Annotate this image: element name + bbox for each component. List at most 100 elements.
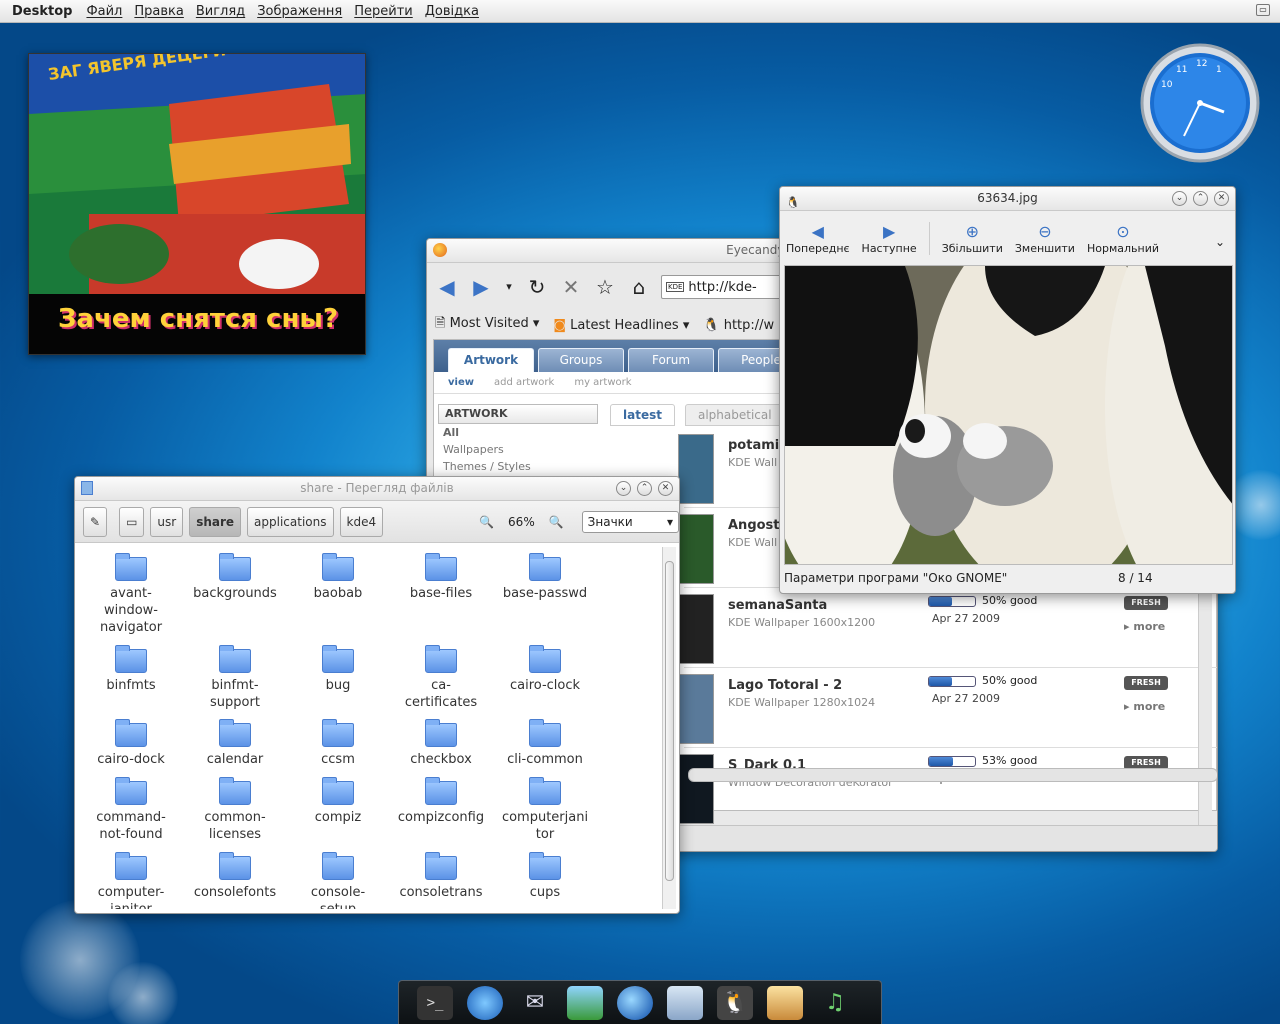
folder-item[interactable]: backgrounds [183,547,287,602]
folder-item[interactable]: bug [286,639,390,694]
zoom-in-icon[interactable]: 🔍 [549,515,564,529]
folder-item[interactable]: console- setup [286,846,390,909]
folder-item[interactable]: computer- janitor [79,846,183,909]
next-button[interactable]: ▶ Наступне [862,222,917,255]
artwork-title[interactable]: potami [728,438,779,453]
folder-item[interactable]: cairo-dock [79,713,183,768]
subtab-my-artwork[interactable]: my artwork [574,377,631,388]
overflow-chevron-icon[interactable]: ⌄ [1215,235,1225,249]
zoom-in-button[interactable]: ⊕ Збільшити [928,222,1003,255]
artwork-row[interactable]: Lago Totoral - 2 KDE Wallpaper 1280x1024 5… [678,668,1217,748]
folder-scrollbar[interactable] [662,547,676,909]
folder-item[interactable]: cairo-clock [493,639,597,694]
folder-item[interactable]: binfmt- support [183,639,287,711]
back-arrow-icon[interactable]: ◀ [435,275,459,299]
path-usr[interactable]: usr [150,506,184,537]
browser-globe-icon[interactable] [467,985,503,1020]
artwork-thumbnail[interactable] [678,594,714,664]
minimize-icon[interactable]: ⌄ [1172,191,1187,206]
sidebar-item-wallpapers[interactable]: Wallpapers [438,441,598,458]
photo-album-icon[interactable] [767,985,803,1020]
folder-item[interactable]: cli-common [493,713,597,768]
menu-help[interactable]: Довідка [425,4,479,19]
artwork-row[interactable]: semanaSanta KDE Wallpaper 1600x1200 50% go… [678,588,1217,668]
path-kde4[interactable]: kde4 [339,506,384,537]
scrollbar-thumb[interactable] [665,561,674,881]
close-icon[interactable]: ✕ [1214,191,1229,206]
maximize-icon[interactable]: ⌃ [637,481,652,496]
page-horizontal-scrollbar[interactable] [688,768,1217,782]
previous-button[interactable]: ◀ Попереднє [786,222,850,255]
menu-file[interactable]: Файл [86,4,122,19]
folder-item[interactable]: avant- window- navigator [79,547,183,636]
bookmark-star-icon[interactable]: ☆ [593,275,617,299]
menu-image[interactable]: Зображення [257,4,342,19]
artwork-title[interactable]: semanaSanta [728,598,827,613]
sidebar-item-all[interactable]: All [438,424,598,441]
subtab-add-artwork[interactable]: add artwork [494,377,554,388]
artwork-thumbnail[interactable] [678,674,714,744]
artwork-title[interactable]: Lago Totoral - 2 [728,678,842,693]
forward-arrow-icon[interactable]: ▶ [469,275,493,299]
terminal-icon[interactable]: >_ [417,985,453,1020]
list-tab-alphabetical[interactable]: alphabetical [684,404,785,426]
sidebar-item-themes[interactable]: Themes / Styles [438,458,598,475]
zoom-out-button[interactable]: ⊖ Зменшити [1015,222,1075,255]
bookmark-latest-headlines[interactable]: ◙ Latest Headlines ▾ [553,318,689,333]
close-icon[interactable]: ✕ [658,481,673,496]
folder-item[interactable]: baobab [286,547,390,602]
folder-item[interactable]: computerjani tor [493,771,597,843]
normal-size-button[interactable]: ⊙ Нормальний [1087,222,1159,255]
subtab-view[interactable]: view [448,377,474,388]
site-tab-groups[interactable]: Groups [538,348,624,372]
maximize-icon[interactable]: ⌃ [1193,191,1208,206]
list-tab-latest[interactable]: latest [610,404,675,426]
web-globe-icon[interactable] [617,985,653,1020]
sidebar-header[interactable]: ARTWORK [438,404,598,424]
url-bar[interactable]: KDE http://kde- [661,275,781,299]
artwork-thumbnail[interactable] [678,514,714,584]
artwork-row[interactable]: S_Dark 0.1 Window Decoration deKorator 53%… [678,748,1217,828]
minimize-icon[interactable]: ⌄ [616,481,631,496]
file-manager-icon[interactable] [667,985,703,1020]
folder-item[interactable]: binfmts [79,639,183,694]
folder-item[interactable]: cups [493,846,597,901]
folder-item[interactable]: consoletrans [389,846,493,901]
drive-root-icon[interactable]: ▭ [119,506,145,537]
artwork-thumbnail[interactable] [678,754,714,824]
home-icon[interactable]: ⌂ [627,275,651,299]
folder-item[interactable]: base-files [389,547,493,602]
window-switch-icon[interactable]: ▭ [1256,4,1270,16]
location-toggle-icon[interactable]: ✎ [83,506,108,537]
image-viewer-icon[interactable] [567,985,603,1020]
folder-item[interactable]: common- licenses [183,771,287,843]
music-player-icon[interactable]: ♫ [817,986,853,1020]
stop-icon[interactable]: ✕ [559,275,583,299]
path-share[interactable]: share [189,506,242,537]
history-dropdown-icon[interactable]: ▾ [503,275,515,299]
view-mode-select[interactable]: Значки [581,510,679,533]
more-link[interactable]: ▸ more [1124,620,1165,633]
folder-item[interactable]: base-passwd [493,547,597,602]
bookmark-most-visited[interactable]: 🗎 Most Visited ▾ [435,314,539,336]
folder-item[interactable]: compiz [286,771,390,826]
zoom-out-icon[interactable]: 🔍 [479,515,494,529]
folder-item[interactable]: calendar [183,713,287,768]
file-manager-titlebar[interactable]: share - Перегляд файлів ⌄ ⌃ ✕ [75,477,679,501]
menu-go[interactable]: Перейти [354,4,413,19]
reload-icon[interactable]: ↻ [525,275,549,299]
menu-view[interactable]: Вигляд [196,4,245,19]
bookmark-url[interactable]: 🐧 http://w [703,318,774,333]
folder-item[interactable]: consolefonts [183,846,287,901]
image-viewer-titlebar[interactable]: 63634.jpg 🐧 ⌄ ⌃ ✕ [780,187,1235,211]
app-name[interactable]: Desktop [12,4,72,19]
penguin-photo-icon[interactable]: 🐧 [717,985,753,1020]
folder-item[interactable]: ccsm [286,713,390,768]
more-link[interactable]: ▸ more [1124,700,1165,713]
folder-item[interactable]: checkbox [389,713,493,768]
site-tab-forum[interactable]: Forum [628,348,714,372]
folder-item[interactable]: ca- certificates [389,639,493,711]
mail-icon[interactable]: ✉ [517,986,553,1020]
site-tab-artwork[interactable]: Artwork [448,348,534,372]
folder-item[interactable]: compizconfig [389,771,493,826]
